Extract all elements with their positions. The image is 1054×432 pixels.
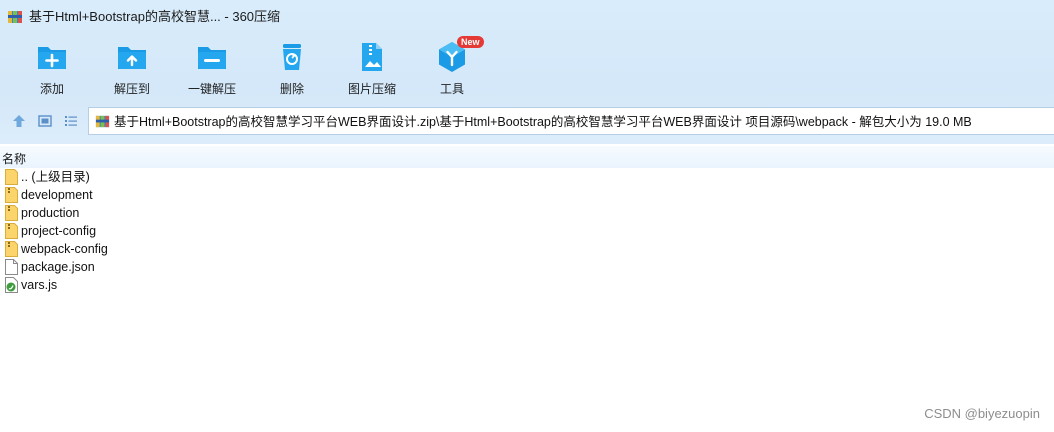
list-item-parent-dir[interactable]: .. (上级目录) (0, 168, 400, 186)
javascript-file-icon (5, 277, 18, 293)
list-item-production[interactable]: production (0, 204, 400, 222)
folder-icon (5, 223, 18, 239)
folder-icon (5, 205, 18, 221)
folder-icon (5, 169, 18, 185)
extract-to-icon (118, 47, 146, 69)
extract-to-button[interactable]: 解压到 (92, 38, 172, 98)
list-item-development[interactable]: development (0, 186, 400, 204)
top-panel: 基于Html+Bootstrap的高校智慧... - 360压缩 添加 解压到 … (0, 0, 1054, 144)
address-path: 基于Html+Bootstrap的高校智慧学习平台WEB界面设计.zip\基于H… (114, 115, 972, 129)
one-click-extract-label: 一键解压 (187, 82, 236, 96)
list-view-icon[interactable] (64, 114, 78, 128)
file-name: package.json (21, 260, 95, 274)
thumbnail-view-icon[interactable] (38, 114, 52, 128)
delete-icon (283, 44, 301, 70)
add-button-label: 添加 (39, 82, 64, 96)
image-compress-icon (362, 43, 382, 71)
file-name: .. (上级目录) (21, 170, 90, 184)
app-window: 基于Html+Bootstrap的高校智慧... - 360压缩 添加 解压到 … (0, 0, 1054, 432)
column-name: 名称 (2, 152, 27, 166)
list-item-vars-js[interactable]: vars.js (0, 276, 400, 294)
column-header[interactable]: 名称 (0, 146, 1054, 168)
image-compress-label: 图片压缩 (347, 82, 396, 96)
file-name: development (21, 188, 93, 202)
add-button[interactable]: 添加 (12, 38, 92, 98)
add-folder-icon (38, 47, 66, 69)
folder-icon (5, 241, 18, 257)
address-row: 基于Html+Bootstrap的高校智慧学习平台WEB界面设计.zip\基于H… (0, 105, 1054, 137)
list-item-project-config[interactable]: project-config (0, 222, 400, 240)
image-compress-button[interactable]: 图片压缩 (332, 38, 412, 98)
file-name: project-config (21, 224, 97, 238)
zip-archive-icon (95, 115, 110, 128)
new-badge: New (457, 36, 484, 48)
one-click-extract-icon (198, 47, 226, 69)
tools-button[interactable]: New 工具 (412, 36, 492, 98)
tools-icon-wrap: New (435, 36, 484, 74)
file-name: webpack-config (21, 242, 108, 256)
file-name: vars.js (21, 278, 58, 292)
extract-to-label: 解压到 (113, 82, 150, 96)
title-bar: 基于Html+Bootstrap的高校智慧... - 360压缩 (0, 0, 1054, 34)
up-arrow-icon[interactable] (12, 114, 26, 128)
folder-icon (5, 187, 18, 203)
watermark: CSDN @biyezuopin (924, 406, 1040, 421)
file-name: production (21, 206, 80, 220)
list-item-package-json[interactable]: package.json (0, 258, 400, 276)
address-bar[interactable]: 基于Html+Bootstrap的高校智慧学习平台WEB界面设计.zip\基于H… (88, 107, 1054, 135)
archive-app-icon (8, 11, 22, 23)
window-title: 基于Html+Bootstrap的高校智慧... - 360压缩 (29, 9, 281, 24)
delete-label: 删除 (279, 82, 304, 96)
delete-button[interactable]: 删除 (252, 38, 332, 98)
file-icon (5, 259, 18, 275)
one-click-extract-button[interactable]: 一键解压 (172, 38, 252, 98)
list-item-webpack-config[interactable]: webpack-config (0, 240, 400, 258)
tools-label: 工具 (439, 82, 464, 96)
main-toolbar: 添加 解压到 一键解压 删除 图片压缩 New 工具 (0, 34, 1054, 100)
